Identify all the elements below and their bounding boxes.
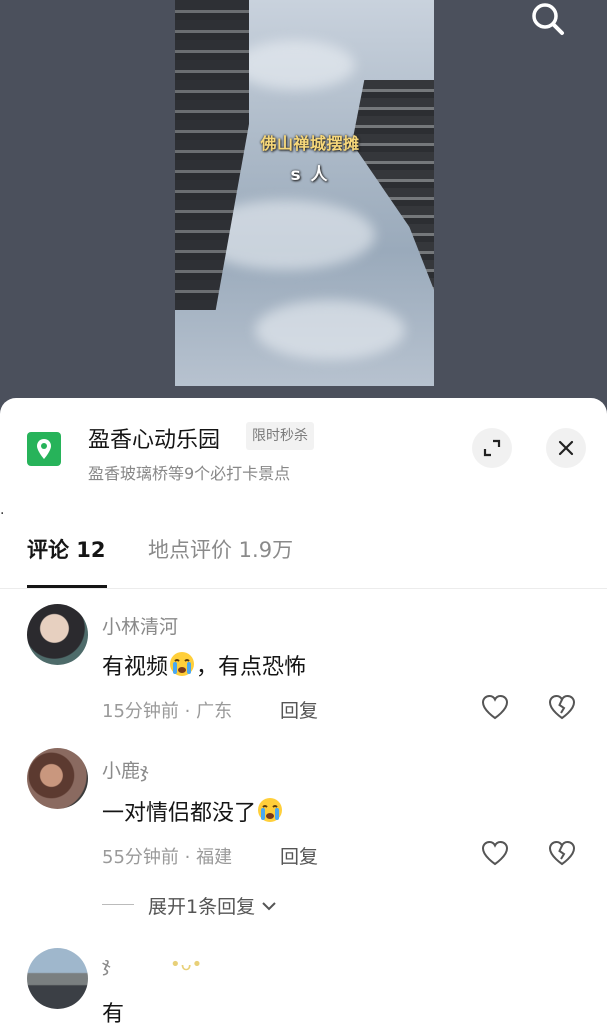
expand-replies-line bbox=[102, 904, 134, 905]
expand-replies-button[interactable]: 展开1条回复 bbox=[148, 892, 277, 919]
location-pin-icon bbox=[27, 432, 61, 466]
heart-icon[interactable] bbox=[481, 840, 509, 866]
comment-text: 有视频 ，有点恐怖 bbox=[102, 649, 306, 684]
avatar[interactable] bbox=[27, 748, 88, 809]
tab-location-reviews[interactable]: 地点评价 1.9万 bbox=[148, 534, 293, 564]
tabs-divider bbox=[0, 588, 607, 589]
comment-username[interactable]: 小鹿ჯ bbox=[102, 756, 149, 783]
comment-text: 一对情侣都没了 bbox=[102, 795, 284, 830]
comment-username[interactable]: ჯ bbox=[102, 954, 111, 976]
building-right bbox=[352, 80, 434, 290]
crying-face-icon bbox=[168, 650, 196, 684]
avatar[interactable] bbox=[27, 948, 88, 1009]
comment-meta: 15分钟前 · 广东 bbox=[102, 701, 233, 722]
video-player[interactable]: 佛山禅城摆摊 s 人 bbox=[0, 0, 607, 410]
comment-text: 有 bbox=[102, 1002, 125, 1027]
stray-dot: . bbox=[0, 502, 5, 518]
reply-button[interactable]: 回复 bbox=[280, 842, 318, 869]
video-caption-line2: s 人 bbox=[290, 165, 330, 185]
tab-comments[interactable]: 评论 12 bbox=[27, 534, 106, 564]
location-name[interactable]: 盈香心动乐园 bbox=[88, 422, 220, 454]
chevron-down-icon bbox=[262, 902, 276, 911]
location-subtitle[interactable]: 盈香玻璃桥等9个必打卡景点 bbox=[88, 460, 290, 484]
comments-sheet: 盈香心动乐园 限时秒杀 盈香玻璃桥等9个必打卡景点 . 评论 12 地点评价 1… bbox=[0, 398, 607, 1030]
heart-icon[interactable] bbox=[481, 694, 509, 720]
emoji-sticker-icon: •ᴗ• bbox=[170, 954, 203, 975]
expand-icon[interactable] bbox=[472, 428, 512, 468]
avatar[interactable] bbox=[27, 604, 88, 665]
crying-face-icon bbox=[256, 796, 284, 830]
broken-heart-icon[interactable] bbox=[548, 694, 576, 720]
search-icon[interactable] bbox=[527, 0, 567, 40]
flash-sale-tag: 限时秒杀 bbox=[246, 422, 314, 450]
close-icon[interactable] bbox=[546, 428, 586, 468]
broken-heart-icon[interactable] bbox=[548, 840, 576, 866]
comment-username[interactable]: 小林清河 bbox=[102, 612, 178, 639]
video-thumbnail[interactable]: 佛山禅城摆摊 s 人 bbox=[175, 0, 434, 386]
reply-button[interactable]: 回复 bbox=[280, 696, 318, 723]
comment-meta: 55分钟前 · 福建 bbox=[102, 847, 233, 868]
video-caption-line1: 佛山禅城摆摊 bbox=[260, 134, 360, 153]
